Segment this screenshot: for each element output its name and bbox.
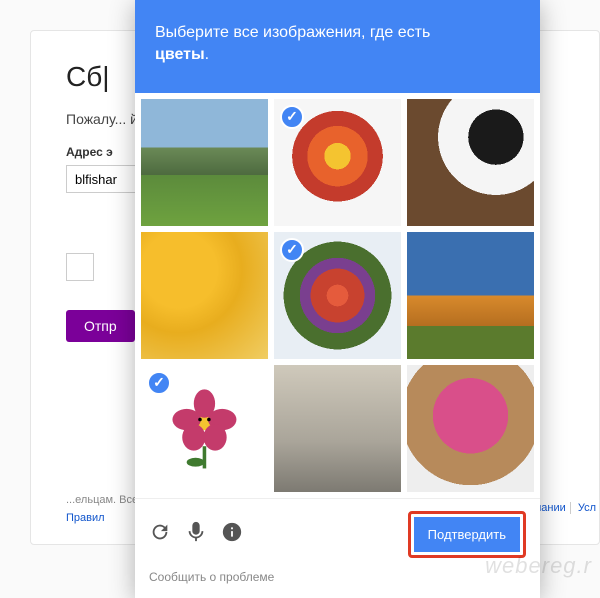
report-problem-link[interactable]: Сообщить о проблеме [135, 570, 540, 598]
reload-icon[interactable] [149, 521, 171, 548]
captcha-tile-7[interactable]: ✓ [141, 365, 268, 492]
footer-link-3[interactable]: Усл [578, 502, 600, 514]
captcha-tile-1[interactable] [141, 99, 268, 226]
captcha-grid: ✓ ✓ ✓ [135, 93, 540, 498]
verify-highlight: Подтвердить [408, 511, 526, 558]
captcha-dialog: Выберите все изображения, где есть цветы… [135, 0, 540, 598]
captcha-tile-9[interactable] [407, 365, 534, 492]
watermark: webereg.r [485, 553, 592, 579]
captcha-instruction-prefix: Выберите все изображения, где есть [155, 24, 430, 41]
checkmark-icon: ✓ [147, 371, 171, 395]
captcha-tile-4[interactable] [141, 232, 268, 359]
verify-button[interactable]: Подтвердить [414, 517, 520, 552]
captcha-tile-3[interactable] [407, 99, 534, 226]
captcha-tile-2[interactable]: ✓ [274, 99, 401, 226]
checkmark-icon: ✓ [280, 238, 304, 262]
checkmark-icon: ✓ [280, 105, 304, 129]
info-icon[interactable] [221, 521, 243, 548]
captcha-footer: Подтвердить [135, 498, 540, 570]
audio-icon[interactable] [185, 521, 207, 548]
footer-link-left[interactable]: Правил [66, 512, 105, 524]
captcha-instruction-target: цветы [155, 46, 205, 63]
captcha-tile-8[interactable] [274, 365, 401, 492]
recaptcha-checkbox[interactable] [66, 253, 94, 281]
flower-illustration-icon [160, 384, 249, 473]
captcha-instruction: Выберите все изображения, где есть цветы… [135, 0, 540, 93]
captcha-tile-5[interactable]: ✓ [274, 232, 401, 359]
captcha-tile-6[interactable] [407, 232, 534, 359]
submit-button[interactable]: Отпр [66, 310, 135, 342]
